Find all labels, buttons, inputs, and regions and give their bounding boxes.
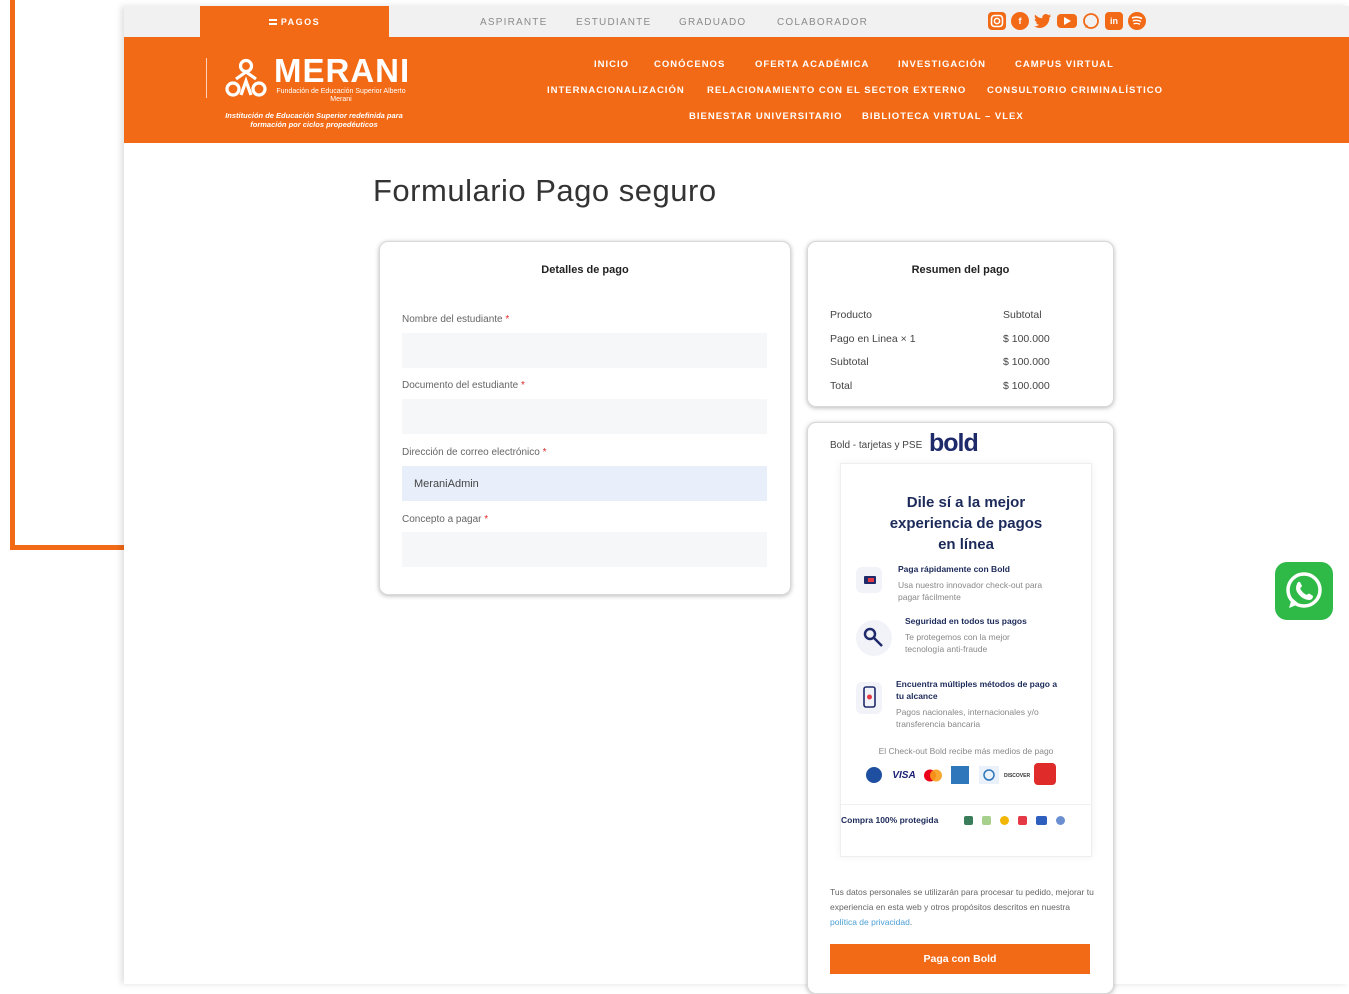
- payment-concept-input[interactable]: [402, 532, 767, 567]
- annotation-arrow-vertical: [10, 0, 15, 550]
- top-bar: PAGOS ASPIRANTE ESTUDIANTE GRADUADO COLA…: [124, 6, 1349, 37]
- visa-logo: VISA: [892, 769, 916, 781]
- feature-desc-methods: Pagos nacionales, internacionales y/o tr…: [896, 707, 1039, 729]
- feature-title-fast: Paga rápidamente con Bold: [898, 564, 1010, 574]
- payment-summary-card: Resumen del pago Producto Subtotal Pago …: [807, 241, 1114, 407]
- summary-row-label: Pago en Linea × 1: [830, 333, 916, 345]
- nav-internacionalizacion[interactable]: INTERNACIONALIZACIÓN: [547, 85, 685, 96]
- bank-logo: [1034, 763, 1056, 785]
- student-name-label: Nombre del estudiante *: [402, 314, 510, 325]
- toplink-colaborador[interactable]: COLABORADOR: [777, 17, 868, 28]
- nav-investigacion[interactable]: INVESTIGACIÓN: [898, 59, 986, 70]
- badge-icon: [1036, 816, 1047, 825]
- privacy-policy-link[interactable]: política de privacidad: [830, 917, 910, 927]
- privacy-notice: Tus datos personales se utilizarán para …: [830, 887, 1094, 927]
- main-header: MERANI Fundación de Educación Superior A…: [124, 37, 1349, 143]
- instagram-icon[interactable]: [988, 12, 1006, 30]
- whatsapp-float-button[interactable]: [1275, 562, 1333, 620]
- pagos-label: PAGOS: [280, 16, 321, 27]
- amex-logo: [951, 766, 969, 784]
- whatsapp-social-icon[interactable]: [1082, 12, 1100, 30]
- pagos-tab[interactable]: PAGOS: [200, 6, 389, 37]
- pse-logo: [866, 767, 882, 783]
- nav-inicio[interactable]: INICIO: [594, 59, 629, 70]
- mobile-payment-icon: [856, 682, 882, 714]
- discover-logo: DISCOVER: [1003, 773, 1031, 779]
- nav-oferta-academica[interactable]: OFERTA ACADÉMICA: [755, 59, 869, 70]
- feature-title-methods: Encuentra múltiples métodos de pago a tu…: [896, 679, 1058, 701]
- brand-subtitle: Fundación de Educación Superior Alberto …: [276, 88, 406, 103]
- email-input[interactable]: MeraniAdmin: [402, 466, 767, 501]
- nav-relacionamiento[interactable]: RELACIONAMIENTO CON EL SECTOR EXTERNO: [707, 85, 966, 96]
- spotify-icon[interactable]: [1128, 12, 1146, 30]
- nav-biblioteca[interactable]: BIBLIOTECA VIRTUAL – VLEX: [862, 111, 1024, 122]
- payment-details-card: Detalles de pago Nombre del estudiante *…: [379, 241, 791, 595]
- merani-logo-mark: [225, 58, 267, 97]
- brand-tagline: Institución de Educación Superior redefi…: [225, 111, 403, 129]
- card-checkout-icon: [856, 567, 882, 593]
- nav-conocenos[interactable]: CONÓCENOS: [654, 59, 725, 70]
- protected-text: Compra 100% protegida: [841, 815, 939, 825]
- security-badges: [964, 816, 1065, 825]
- summary-total-value: $ 100.000: [1003, 380, 1050, 392]
- badge-icon: [1056, 816, 1065, 825]
- merani-logo[interactable]: MERANI Fundación de Educación Superior A…: [206, 53, 409, 130]
- student-name-input[interactable]: [402, 333, 767, 368]
- linkedin-icon[interactable]: in: [1105, 12, 1123, 30]
- mastercard-logo: [923, 768, 943, 782]
- payment-concept-label: Concepto a pagar *: [402, 514, 489, 525]
- summary-title: Resumen del pago: [911, 264, 1010, 276]
- bold-headline: Dile sí a la mejor experiencia de pagos …: [889, 494, 1043, 553]
- summary-subtotal-value: $ 100.000: [1003, 356, 1050, 368]
- email-label: Dirección de correo electrónico *: [402, 447, 547, 458]
- security-key-icon: [856, 620, 892, 656]
- student-document-input[interactable]: [402, 399, 767, 434]
- badge-icon: [1000, 816, 1009, 825]
- menu-icon: [268, 18, 277, 25]
- whatsapp-icon: [1286, 572, 1322, 608]
- feature-desc-security: Te protegemos con la mejor tecnología an…: [905, 632, 1010, 654]
- toplink-estudiante[interactable]: ESTUDIANTE: [576, 17, 651, 28]
- feature-desc-fast: Usa nuestro innovador check-out para pag…: [898, 580, 1043, 602]
- payment-method-card: Bold - tarjetas y PSE bold Dile sí a la …: [807, 422, 1114, 994]
- nav-consultorio[interactable]: CONSULTORIO CRIMINALÍSTICO: [987, 85, 1163, 96]
- logo-vertical-line: [206, 58, 217, 98]
- nav-bienestar[interactable]: BIENESTAR UNIVERSITARIO: [689, 111, 843, 122]
- badge-icon: [1018, 816, 1027, 825]
- toplink-graduado[interactable]: GRADUADO: [679, 17, 746, 28]
- summary-header-product: Producto: [830, 309, 873, 321]
- summary-subtotal-label: Subtotal: [830, 356, 869, 368]
- summary-header-subtotal: Subtotal: [1003, 309, 1042, 321]
- social-links: f in: [988, 12, 1146, 30]
- browser-page: PAGOS ASPIRANTE ESTUDIANTE GRADUADO COLA…: [124, 6, 1349, 994]
- summary-row-value: $ 100.000: [1003, 333, 1050, 345]
- twitter-icon[interactable]: [1034, 12, 1052, 30]
- youtube-icon[interactable]: [1057, 14, 1077, 28]
- facebook-icon[interactable]: f: [1011, 12, 1029, 30]
- bold-promo-panel: Dile sí a la mejor experiencia de pagos …: [840, 463, 1092, 857]
- protected-divider: [841, 804, 1091, 805]
- methods-text: El Check-out Bold recibe más medios de p…: [878, 746, 1054, 756]
- toplink-aspirante[interactable]: ASPIRANTE: [480, 17, 547, 28]
- badge-icon: [964, 816, 973, 825]
- bold-logo: bold: [929, 429, 979, 457]
- badge-icon: [982, 816, 991, 825]
- pay-with-bold-button[interactable]: Paga con Bold: [830, 944, 1090, 974]
- page-title: Formulario Pago seguro: [373, 173, 717, 208]
- bold-method-label[interactable]: Bold - tarjetas y PSE: [830, 440, 922, 451]
- nav-campus-virtual[interactable]: CAMPUS VIRTUAL: [1015, 59, 1114, 70]
- feature-title-security: Seguridad en todos tus pagos: [905, 616, 1027, 626]
- summary-total-label: Total: [830, 380, 853, 392]
- details-title: Detalles de pago: [541, 264, 629, 276]
- brand-name: MERANI: [274, 52, 411, 89]
- student-document-label: Documento del estudiante *: [402, 380, 525, 391]
- diners-logo: [979, 766, 999, 784]
